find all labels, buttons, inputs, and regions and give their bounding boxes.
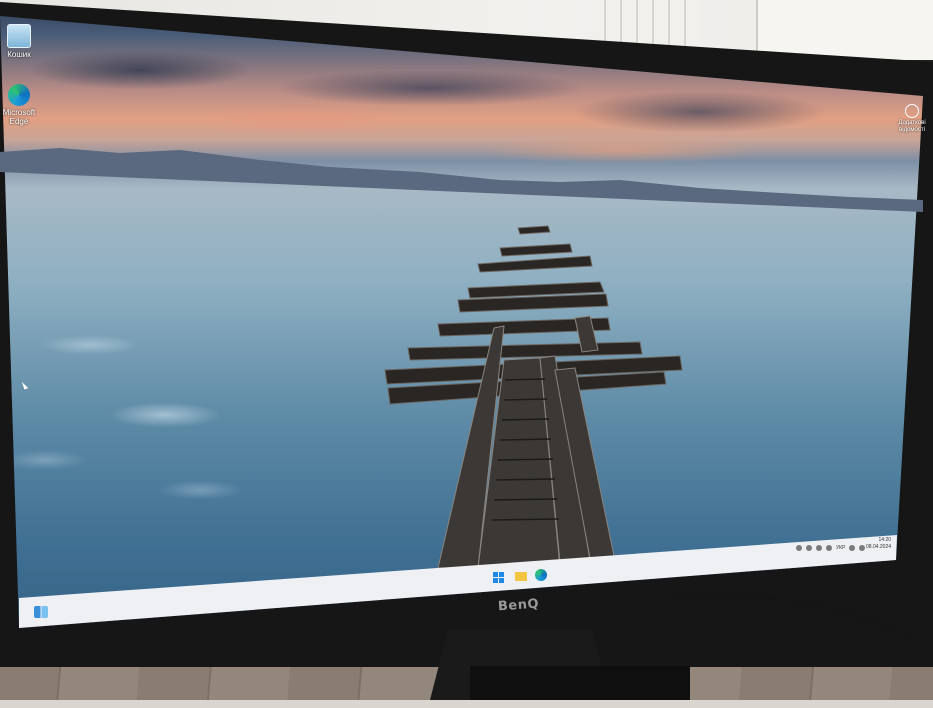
account-info-icon (905, 104, 919, 118)
tray-app-icon[interactable] (806, 545, 812, 551)
system-tray: УКР (796, 545, 866, 551)
chrome-tray-icon[interactable] (796, 545, 802, 551)
wifi-icon[interactable] (849, 545, 856, 551)
label-line-1: Microsoft (2, 108, 36, 117)
desktop-icon-label: Кошик (7, 50, 31, 59)
desktop-icon-edge[interactable]: Microsoft Edge (0, 84, 42, 126)
desktop-icon-label: Microsoft Edge (3, 108, 35, 126)
widgets-icon[interactable] (34, 606, 48, 618)
language-indicator[interactable]: УКР (836, 545, 845, 551)
desktop-icon-account-info[interactable]: Додаткові відомості (889, 104, 933, 134)
label-line-2: Edge (9, 117, 29, 126)
label-line-1: Додаткові (898, 120, 926, 126)
taskbar-clock[interactable]: 14:20 08.04.2024 (866, 537, 891, 551)
label-line-2: відомості (899, 127, 925, 133)
start-icon[interactable] (493, 572, 504, 583)
edge-icon (8, 84, 30, 106)
clock-time: 14:20 (878, 537, 892, 543)
desktop-icon-recycle-bin[interactable]: Кошик (0, 24, 42, 59)
taskbar-edge-icon[interactable] (535, 569, 547, 581)
battery-icon[interactable] (816, 545, 822, 551)
network-icon[interactable] (826, 545, 832, 551)
desktop-icon-label: Додаткові відомості (898, 120, 925, 134)
monitor-brand-logo: BenQ (497, 596, 540, 615)
file-explorer-icon[interactable] (515, 572, 527, 581)
clock-date: 08.04.2024 (866, 544, 892, 550)
volume-icon[interactable] (859, 545, 866, 551)
recycle-bin-icon (7, 24, 31, 48)
monitor: Кошик Microsoft Edge Додаткові відомості… (0, 0, 933, 700)
monitor-stand-base (470, 666, 690, 700)
